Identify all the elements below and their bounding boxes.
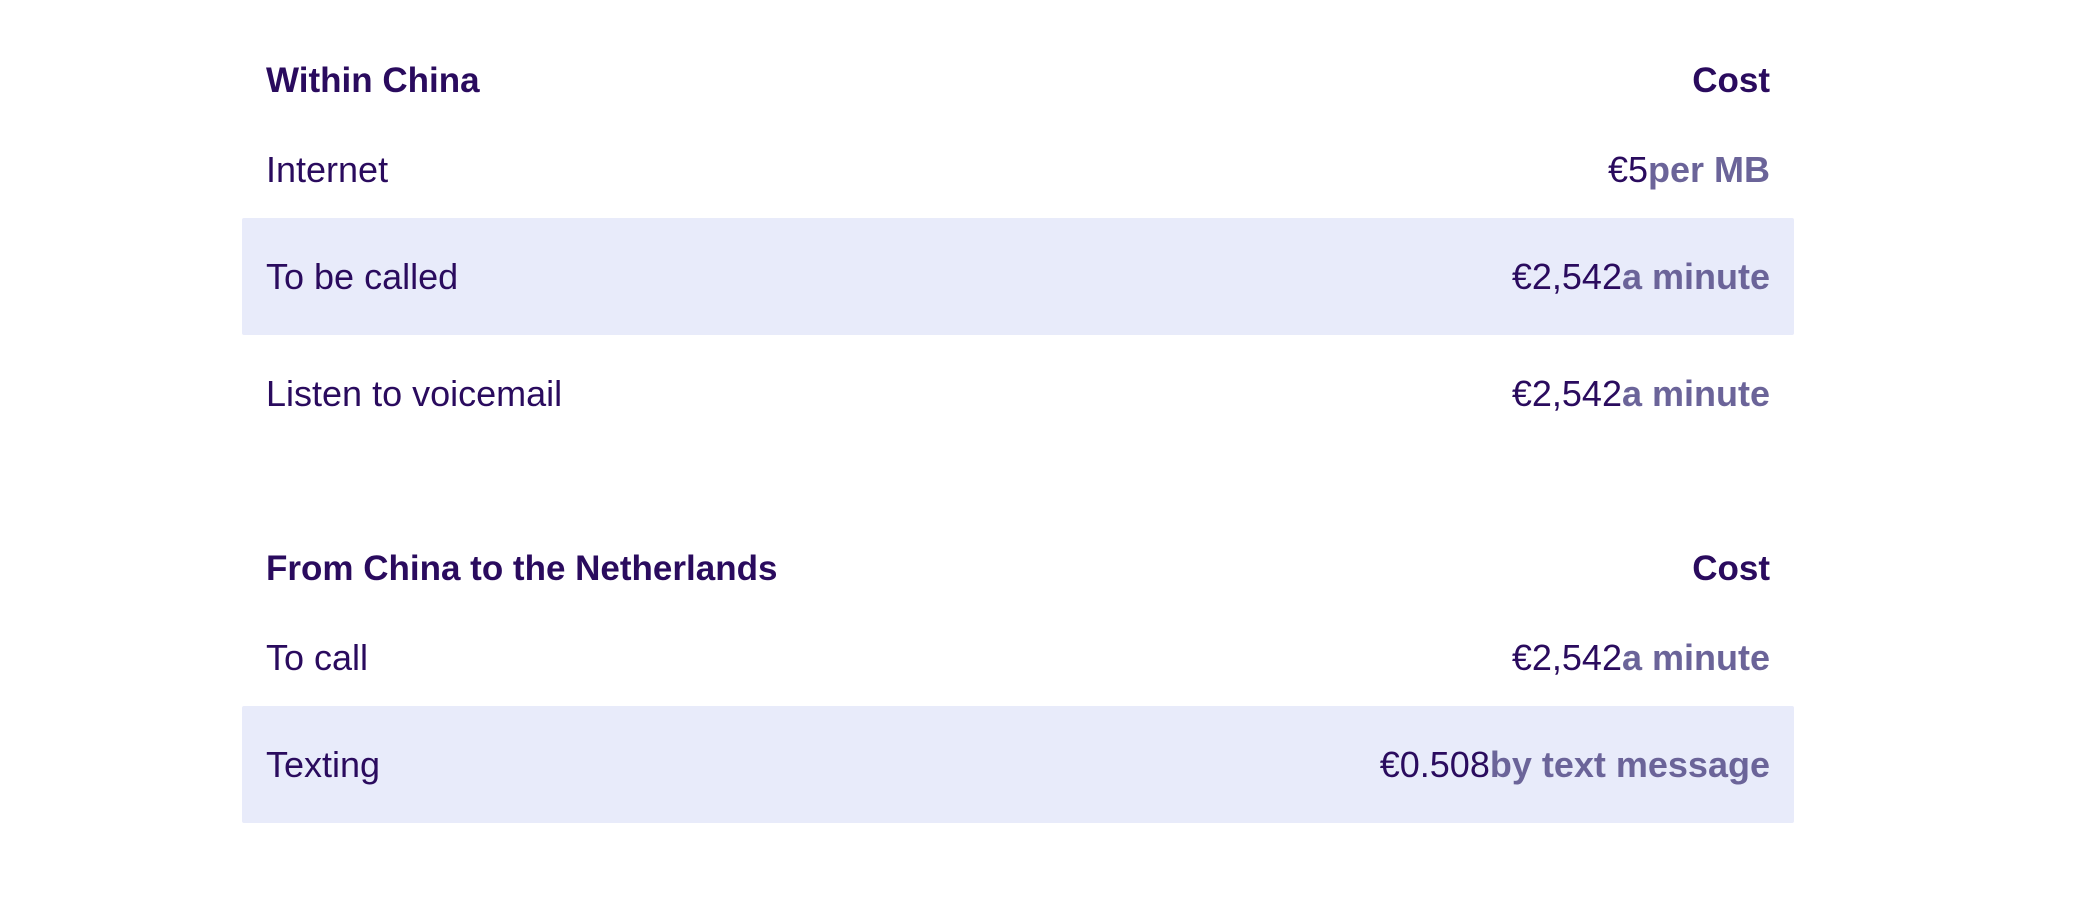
row-label: Texting (266, 743, 381, 785)
cost-heading: Cost (1692, 61, 1770, 100)
row-price: €5per MB (1608, 149, 1770, 191)
table-row: Listen to voicemail €2,542a minute (242, 335, 1794, 452)
row-label: To call (266, 637, 369, 678)
price-amount: €2,542 (1511, 372, 1622, 414)
price-unit: per MB (1647, 149, 1770, 190)
cost-heading: Cost (1692, 549, 1770, 588)
table-row: To be called €2,542a minute (242, 218, 1794, 335)
price-unit: a minute (1621, 637, 1770, 678)
price-amount: €0.508 (1379, 743, 1490, 785)
price-amount: €2,542 (1511, 255, 1622, 297)
row-label: To be called (266, 255, 459, 297)
table-heading: Within China (266, 61, 480, 100)
price-amount: €2,542 (1511, 637, 1622, 678)
rates-table-china-to-netherlands: From China to the Netherlands Cost To ca… (242, 528, 1794, 823)
row-price: €2,542a minute (1512, 637, 1770, 679)
table-row: Internet €5per MB (242, 122, 1794, 218)
price-unit: a minute (1621, 372, 1770, 414)
rates-table-within-china: Within China Cost Internet €5per MB To b… (242, 40, 1794, 452)
table-heading: From China to the Netherlands (266, 549, 778, 588)
table-header: Within China Cost (242, 40, 1794, 122)
table-row: Texting €0.508by text message (242, 706, 1794, 823)
price-unit: a minute (1621, 255, 1770, 297)
row-price: €2,542a minute (1512, 256, 1770, 298)
price-unit: by text message (1489, 743, 1770, 785)
price-amount: €5 (1607, 149, 1648, 190)
table-header: From China to the Netherlands Cost (242, 528, 1794, 610)
row-label: Listen to voicemail (266, 372, 563, 414)
table-row: To call €2,542a minute (242, 610, 1794, 706)
row-price: €2,542a minute (1512, 373, 1770, 415)
row-label: Internet (266, 149, 389, 190)
row-price: €0.508by text message (1380, 744, 1770, 786)
